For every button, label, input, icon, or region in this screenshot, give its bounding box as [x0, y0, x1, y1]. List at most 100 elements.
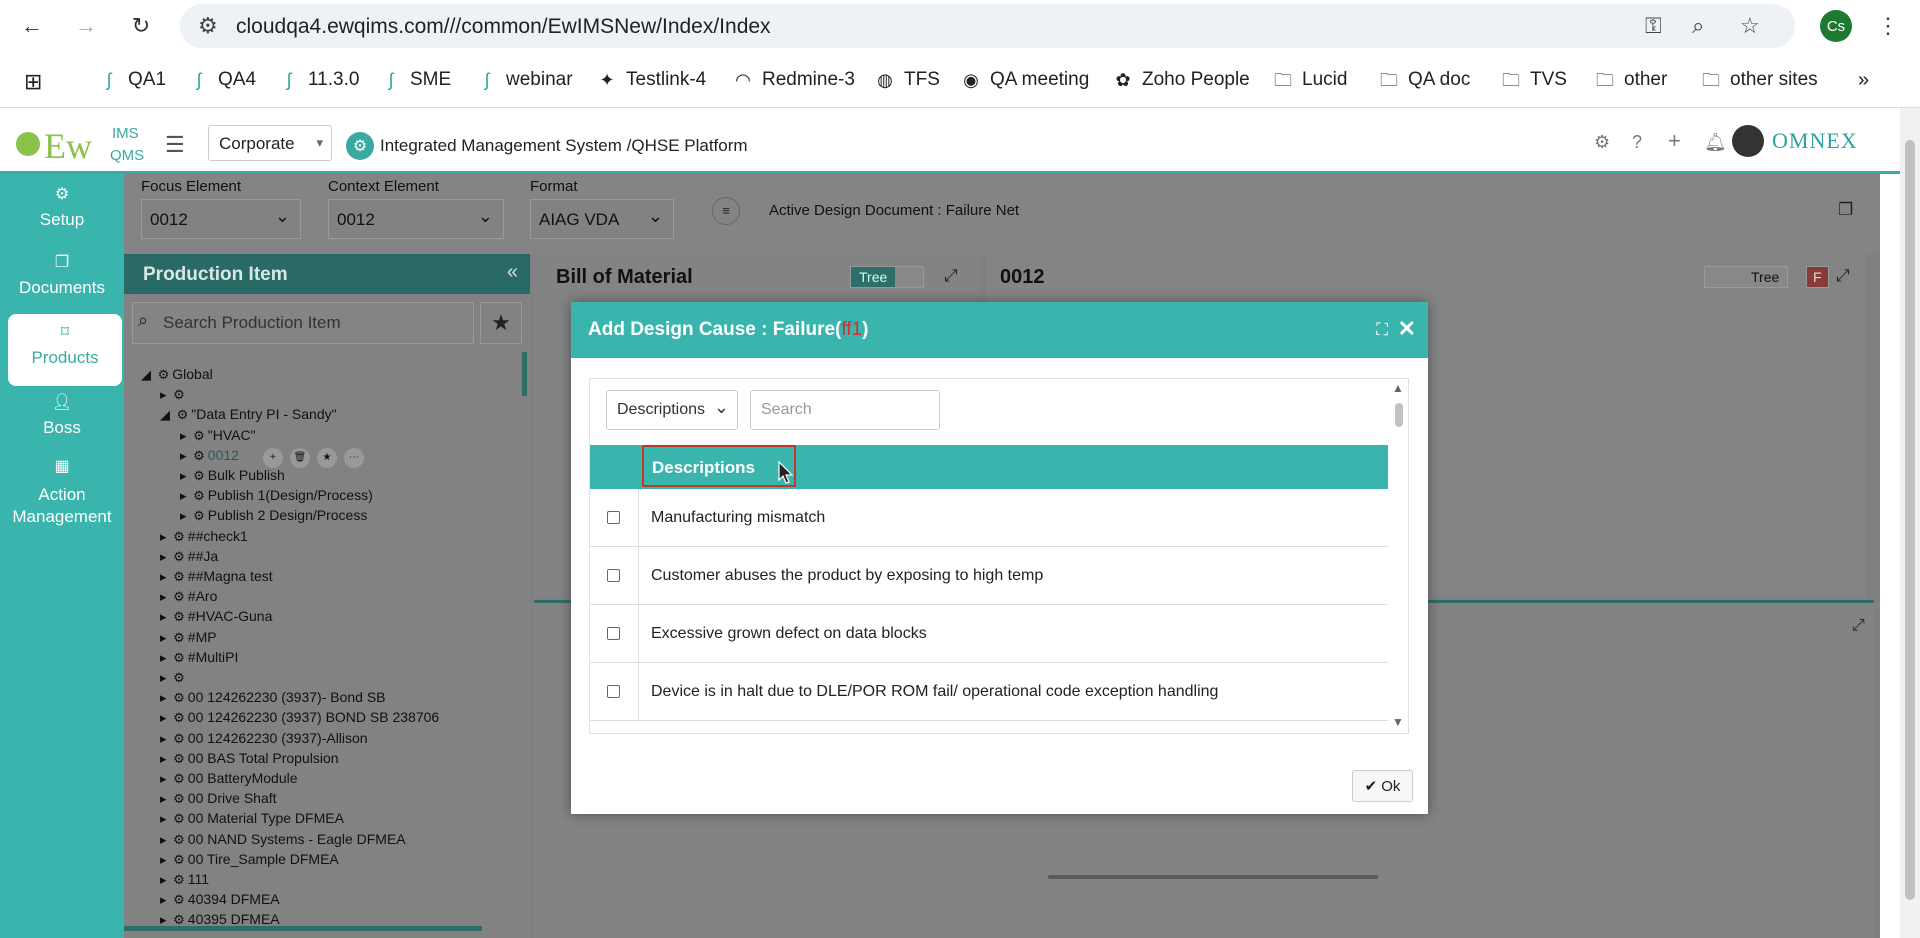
row-checkbox[interactable]: [607, 569, 620, 582]
tree-node[interactable]: ▸ ⚙ 111: [160, 871, 209, 888]
copy-icon[interactable]: ❐: [1838, 200, 1853, 220]
delete-icon[interactable]: 🗑︎: [289, 447, 310, 468]
tree-node[interactable]: ▸ ⚙ #MultiPI: [160, 649, 238, 666]
context-select[interactable]: 0012: [328, 199, 504, 239]
tree-node[interactable]: ▸ ⚙ Bulk Publish: [180, 467, 285, 484]
more-icon[interactable]: ⋯: [343, 447, 364, 468]
address-bar[interactable]: ⚙ cloudqa4.ewqims.com///common/EwIMSNew/…: [180, 4, 1795, 48]
descriptions-column-header[interactable]: Descriptions: [642, 445, 796, 487]
tree-node[interactable]: ▸ ⚙ 00 124262230 (3937)-Allison: [160, 730, 368, 747]
back-icon[interactable]: ←: [16, 10, 48, 42]
tree-node[interactable]: ▸ ⚙ ##Ja: [160, 548, 218, 565]
expand-arrow-icon[interactable]: ▸: [160, 609, 170, 624]
modal-search-input[interactable]: Search: [750, 390, 940, 430]
format-select[interactable]: AIAG VDA: [530, 199, 674, 239]
bookmark-item[interactable]: ◉ QA meeting: [960, 69, 1089, 91]
expand-arrow-icon[interactable]: ▸: [160, 892, 170, 907]
tree-node[interactable]: ▸ ⚙ ##Magna test: [160, 568, 273, 585]
expand-arrow-icon[interactable]: ▸: [160, 589, 170, 604]
tree-node[interactable]: ◢ ⚙ "Data Entry PI - Sandy": [160, 406, 337, 423]
focus-select[interactable]: 0012: [141, 199, 301, 239]
expand-arrow-icon[interactable]: ▸: [160, 731, 170, 746]
user-avatar[interactable]: [1732, 125, 1764, 157]
expand-arrow-icon[interactable]: ▸: [160, 832, 170, 847]
expand-arrow-icon[interactable]: ▸: [160, 751, 170, 766]
expand-arrow-icon[interactable]: ▸: [180, 448, 190, 463]
detail-tree-toggle[interactable]: Tree: [1704, 266, 1789, 288]
expand-arrow-icon[interactable]: ◢: [160, 407, 174, 422]
sidebar-item-documents[interactable]: ❐ Documents: [0, 252, 124, 298]
detail-flag[interactable]: F: [1806, 266, 1829, 288]
tree-node[interactable]: ▸ ⚙ 00 Tire_Sample DFMEA: [160, 851, 339, 868]
expand-arrow-icon[interactable]: ▸: [160, 569, 170, 584]
horizontal-scrollbar[interactable]: [124, 926, 482, 931]
add-icon[interactable]: +: [1668, 128, 1681, 154]
hamburger-icon[interactable]: ☰: [165, 132, 185, 158]
tree-node[interactable]: ▸ ⚙ "HVAC": [180, 427, 256, 444]
tree-node[interactable]: ▸ ⚙ Publish 2 Design/Process: [180, 507, 367, 524]
row-checkbox[interactable]: [607, 627, 620, 640]
expand-arrow-icon[interactable]: ▸: [160, 529, 170, 544]
org-select[interactable]: Corporate: [208, 125, 332, 161]
page-scrollbar[interactable]: [1900, 108, 1920, 938]
tree-node[interactable]: ▸ ⚙: [160, 386, 188, 403]
collapse-icon[interactable]: «: [507, 261, 518, 284]
bookmark-item[interactable]: 🗀︎ Lucid: [1272, 69, 1347, 91]
tree-node[interactable]: ▸ ⚙ 00 BAS Total Propulsion: [160, 750, 339, 767]
expand-arrow-icon[interactable]: ▸: [160, 710, 170, 725]
maximize-icon[interactable]: ⛶: [1376, 320, 1388, 340]
modal-scrollbar[interactable]: ▲ ▼: [1388, 379, 1408, 735]
layers-icon[interactable]: ≡: [712, 197, 740, 225]
ok-button[interactable]: ✔ Ok: [1352, 770, 1413, 802]
expand-arrow-icon[interactable]: ▸: [180, 488, 190, 503]
expand-arrow-icon[interactable]: ▸: [180, 428, 190, 443]
profile-avatar[interactable]: Cs: [1820, 10, 1852, 42]
expand-icon[interactable]: ⤢: [1852, 617, 1865, 635]
expand-arrow-icon[interactable]: ▸: [160, 771, 170, 786]
tree-node[interactable]: ▸ ⚙ #HVAC-Guna: [160, 608, 272, 625]
bom-tree-toggle[interactable]: Tree: [850, 266, 925, 288]
menu-icon[interactable]: ⋮: [1872, 10, 1904, 42]
expand-arrow-icon[interactable]: ▸: [160, 387, 170, 402]
tree-node[interactable]: ▸ ⚙ 00 BatteryModule: [160, 770, 298, 787]
sidebar-item-boss[interactable]: 👤︎ Boss: [0, 392, 124, 438]
bookmark-item[interactable]: ✦ Testlink-4: [596, 69, 706, 91]
bookmark-item[interactable]: ʃ SME: [380, 69, 451, 91]
tree-node[interactable]: ▸ ⚙ 00 124262230 (3937)- Bond SB: [160, 689, 386, 706]
tree-node[interactable]: ▸ ⚙ 0012 + 🗑︎ ★ ⋯: [180, 447, 364, 468]
close-icon[interactable]: ✕: [1398, 316, 1416, 342]
star-icon[interactable]: ☆: [1740, 13, 1760, 39]
tree-node[interactable]: ▸ ⚙ #Aro: [160, 588, 217, 605]
forward-icon[interactable]: →: [70, 10, 102, 42]
row-checkbox[interactable]: [607, 685, 620, 698]
tree-node[interactable]: ▸ ⚙ 00 Drive Shaft: [160, 790, 277, 807]
expand-arrow-icon[interactable]: ▸: [160, 872, 170, 887]
expand-arrow-icon[interactable]: ▸: [180, 508, 190, 523]
apps-grid-icon[interactable]: ⊞: [24, 69, 42, 95]
bell-icon[interactable]: 🔔︎: [1704, 132, 1727, 153]
bookmark-item[interactable]: ◍ TFS: [874, 69, 940, 91]
add-icon[interactable]: +: [262, 447, 283, 468]
tree-node[interactable]: ▸ ⚙: [160, 669, 188, 686]
bookmark-item[interactable]: ʃ 11.3.0: [278, 69, 359, 91]
more-bookmarks-icon[interactable]: »: [1858, 69, 1869, 92]
expand-arrow-icon[interactable]: ▸: [160, 791, 170, 806]
bookmark-item[interactable]: 🗀︎ other: [1594, 69, 1667, 91]
bookmark-item[interactable]: 🗀︎ QA doc: [1378, 69, 1470, 91]
expand-arrow-icon[interactable]: ▸: [160, 630, 170, 645]
bookmark-item[interactable]: 🗀︎ other sites: [1700, 69, 1818, 91]
expand-icon[interactable]: ⤢: [944, 266, 958, 286]
row-checkbox[interactable]: [607, 511, 620, 524]
bookmark-item[interactable]: ʃ webinar: [476, 69, 573, 91]
bookmark-item[interactable]: 🗀︎ TVS: [1500, 69, 1567, 91]
settings-icon[interactable]: ⚙: [1594, 132, 1610, 153]
expand-arrow-icon[interactable]: ▸: [160, 650, 170, 665]
tree-node[interactable]: ◢ ⚙ Global: [141, 366, 213, 383]
bookmark-item[interactable]: ʃ QA1: [98, 69, 166, 91]
expand-arrow-icon[interactable]: ▸: [160, 549, 170, 564]
favorites-star-icon[interactable]: ★: [480, 302, 522, 344]
star-icon[interactable]: ★: [316, 447, 337, 468]
vertical-scrollbar[interactable]: [522, 352, 527, 396]
key-icon[interactable]: ⚿: [1645, 13, 1662, 39]
zoom-icon[interactable]: ⌕: [1692, 13, 1704, 39]
